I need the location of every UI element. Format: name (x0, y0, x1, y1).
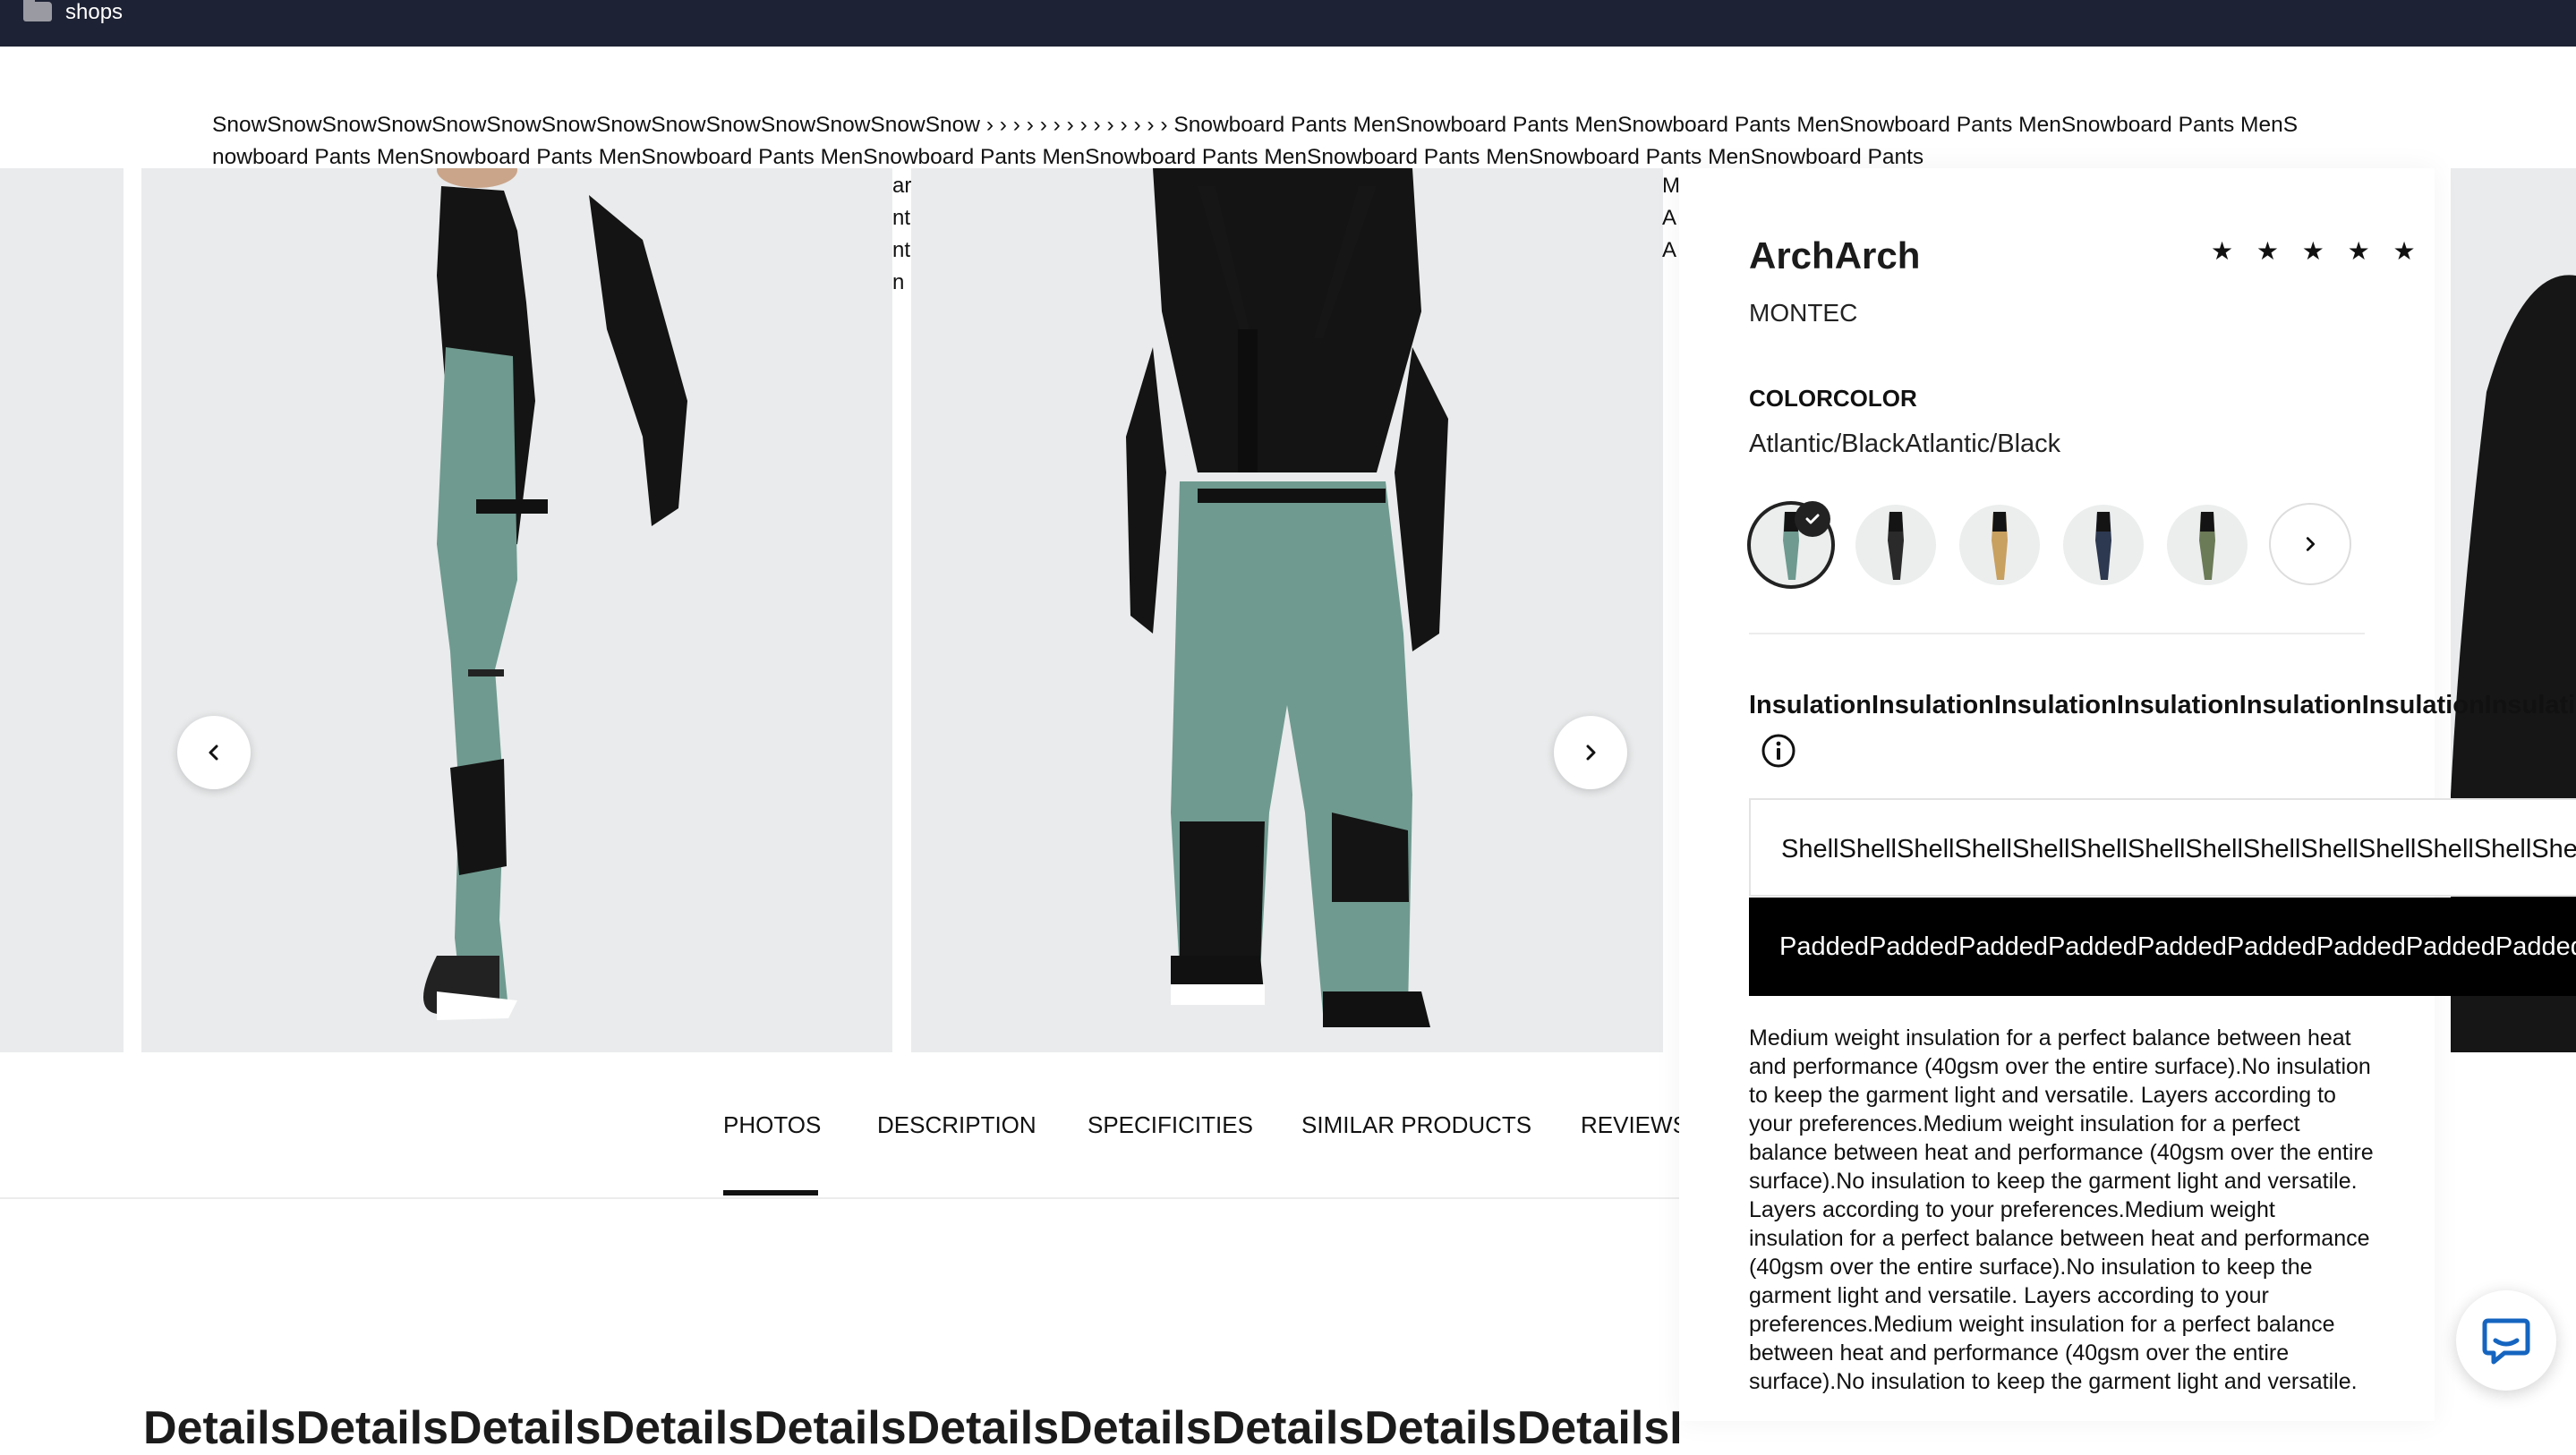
color-swatch-navy[interactable] (2063, 505, 2144, 585)
tab-reviews[interactable]: REVIEWS (1581, 1111, 1688, 1139)
color-label: COLORCOLOR (1749, 385, 1917, 412)
info-icon[interactable] (1760, 732, 1797, 770)
product-title: ArchArch (1749, 234, 1921, 277)
overflow-text-fragment: ar nt nt n (892, 174, 912, 294)
checkmark-icon (1795, 501, 1830, 537)
insulation-label: InsulationInsulationInsulationInsulation… (1749, 691, 2576, 719)
chat-button[interactable] (2456, 1290, 2556, 1391)
chevron-right-icon (2306, 537, 2316, 551)
color-swatch-olive[interactable] (2167, 505, 2248, 585)
rating-stars[interactable]: ★ ★ ★ ★ ★ (2211, 236, 2424, 266)
window-title: shops (65, 0, 124, 24)
product-brand: MONTEC (1749, 299, 1858, 327)
chevron-right-icon (1586, 745, 1596, 761)
color-swatch-sand[interactable] (1959, 505, 2040, 585)
chat-bubble-icon (2482, 1318, 2530, 1365)
panel-divider (1749, 633, 2365, 634)
gallery-prev-button[interactable] (177, 716, 251, 789)
breadcrumb-category-link[interactable]: SnowSnowSnowSnowSnowSnowSnowSnowSnowSnow… (212, 113, 980, 137)
breadcrumb-separators: › › › › › › › › › › › › › › (985, 113, 1168, 137)
tab-specificities[interactable]: SPECIFICITIES (1088, 1111, 1253, 1139)
window-titlebar: shops (0, 0, 2576, 47)
overflow-text-fragment: M A A (1662, 174, 1680, 262)
product-photo-back-view[interactable] (911, 168, 1663, 1052)
active-tab-indicator (723, 1190, 818, 1195)
gallery-next-button[interactable] (1554, 716, 1627, 789)
tab-photos[interactable]: PHOTOS (723, 1111, 821, 1139)
tab-similar-products[interactable]: SIMILAR PRODUCTS (1301, 1111, 1531, 1139)
section-tabs: PHOTOS DESCRIPTION SPECIFICITIES SIMILAR… (0, 1052, 1688, 1199)
folder-icon (23, 0, 52, 21)
tab-description[interactable]: DESCRIPTION (877, 1111, 1036, 1139)
product-photo-partial-left (0, 168, 124, 1052)
insulation-description: Medium weight insulation for a perfect b… (1749, 1025, 2374, 1394)
product-photo-side-view[interactable] (141, 168, 892, 1052)
color-swatch-black[interactable] (1855, 505, 1936, 585)
swatch-next-button[interactable] (2269, 503, 2351, 585)
insulation-option-shell[interactable]: ShellShellShellShellShellShellShellShell… (1749, 798, 2576, 897)
breadcrumb: SnowSnowSnowSnowSnowSnowSnowSnowSnowSnow… (212, 109, 2307, 174)
insulation-option-padded[interactable]: PaddedPaddedPaddedPaddedPaddedPaddedPadd… (1749, 898, 2576, 996)
color-value: Atlantic/BlackAtlantic/Black (1749, 430, 2061, 458)
details-heading: DetailsDetailsDetailsDetailsDetailsDetai… (143, 1402, 1679, 1454)
chevron-left-icon (209, 745, 218, 761)
